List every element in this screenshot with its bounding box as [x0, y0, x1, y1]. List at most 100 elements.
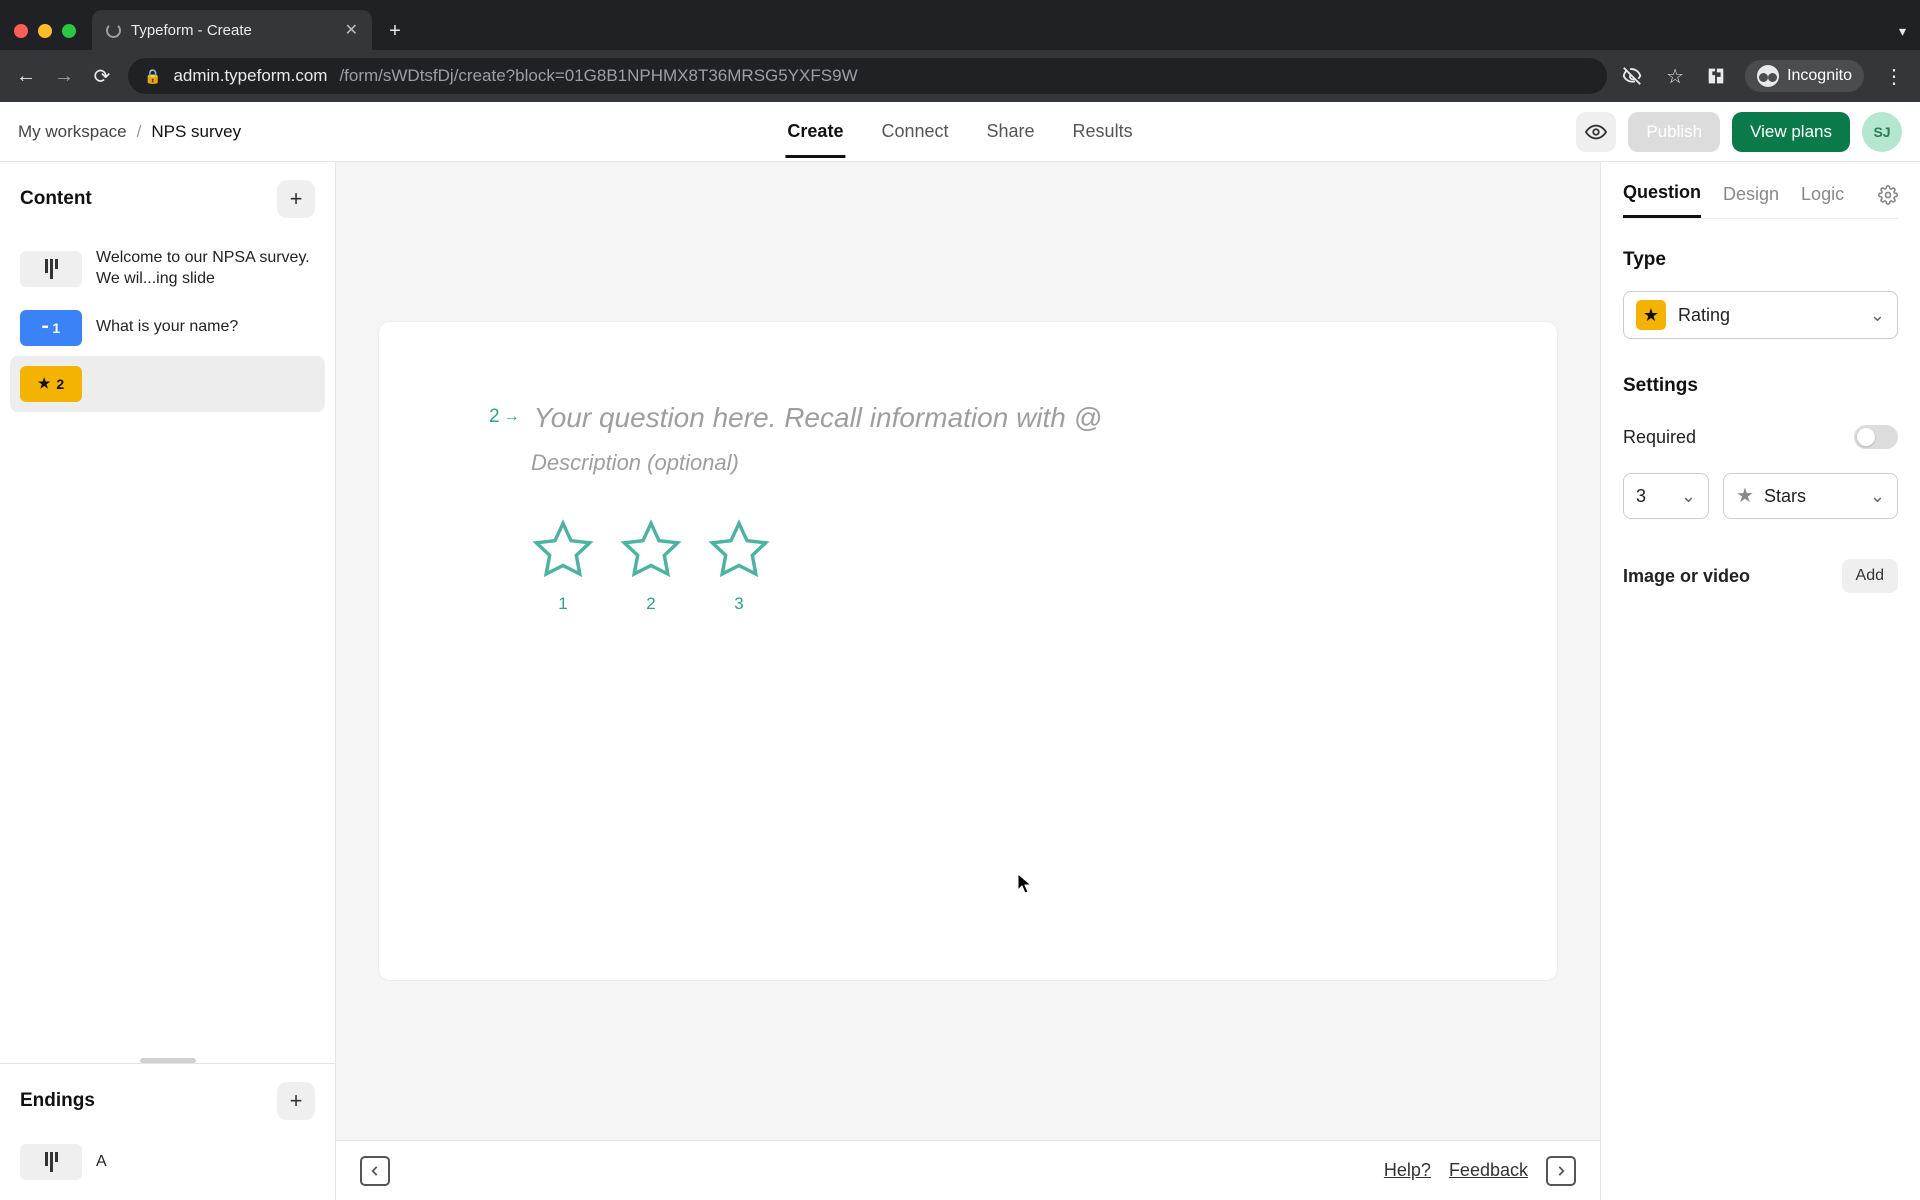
star-label: 3: [734, 594, 743, 614]
star-icon: ★: [38, 375, 51, 392]
add-media-button[interactable]: Add: [1842, 559, 1898, 593]
canvas: 2 → Your question here. Recall informati…: [336, 162, 1600, 1200]
eye-off-icon[interactable]: [1621, 65, 1645, 87]
question-list: Welcome to our NPSA survey. We wil...ing…: [0, 228, 335, 1052]
ending-thumb-icon: [20, 1144, 82, 1180]
toolbar: ← → ⟳ 🔒 admin.typeform.com/form/sWDtsfDj…: [0, 50, 1920, 102]
sidebar-item-label: A: [96, 1152, 107, 1173]
window-controls[interactable]: [14, 24, 76, 38]
type-value: Rating: [1678, 305, 1730, 326]
content-heading: Content: [20, 188, 92, 210]
bookmark-star-icon[interactable]: ☆: [1663, 64, 1687, 89]
question-description-input[interactable]: Description (optional): [531, 450, 1447, 476]
top-nav-tabs: Create Connect Share Results: [785, 105, 1134, 158]
question-type-select[interactable]: ★ Rating ⌄: [1623, 291, 1898, 339]
star-outline-icon: [707, 518, 771, 582]
mouse-cursor-icon: [1015, 872, 1035, 902]
feedback-link[interactable]: Feedback: [1449, 1160, 1528, 1181]
shape-value: Stars: [1764, 486, 1806, 507]
url-host: admin.typeform.com: [173, 66, 327, 86]
sidebar: Content + Welcome to our NPSA survey. We…: [0, 162, 336, 1200]
avatar[interactable]: SJ: [1862, 112, 1902, 152]
sidebar-item-welcome[interactable]: Welcome to our NPSA survey. We wil...ing…: [10, 238, 325, 300]
rp-tab-logic[interactable]: Logic: [1801, 178, 1844, 217]
right-panel-tabs: Question Design Logic: [1623, 176, 1898, 219]
app-topbar: My workspace / NPS survey Create Connect…: [0, 102, 1920, 162]
rating-star-2[interactable]: 2: [619, 518, 683, 614]
browser-menu-icon[interactable]: ⋮: [1882, 64, 1906, 89]
eye-icon: [1585, 121, 1607, 143]
sidebar-item-question-2[interactable]: ★2: [10, 356, 325, 412]
question-number-badge: 1: [52, 320, 60, 336]
close-window-icon[interactable]: [14, 24, 28, 38]
rating-star-1[interactable]: 1: [531, 518, 595, 614]
rp-tab-question[interactable]: Question: [1623, 176, 1701, 218]
type-label: Type: [1623, 249, 1898, 271]
rp-tab-design[interactable]: Design: [1723, 178, 1779, 217]
right-panel: Question Design Logic Type ★ Rating ⌄ Se…: [1600, 162, 1920, 1200]
add-ending-button[interactable]: +: [277, 1082, 315, 1120]
media-label: Image or video: [1623, 566, 1750, 587]
new-tab-button[interactable]: +: [380, 16, 410, 46]
form-title[interactable]: NPS survey: [151, 122, 241, 142]
maximize-window-icon[interactable]: [62, 24, 76, 38]
tab-title: Typeform - Create: [131, 22, 252, 39]
steps-count-select[interactable]: 3 ⌄: [1623, 473, 1709, 519]
chevron-down-icon: ⌄: [1870, 305, 1885, 326]
help-link[interactable]: Help?: [1384, 1160, 1431, 1181]
view-plans-button[interactable]: View plans: [1732, 112, 1850, 152]
star-outline-icon: [531, 518, 595, 582]
collapse-right-panel-button[interactable]: [1546, 1156, 1576, 1186]
add-question-button[interactable]: +: [277, 180, 315, 218]
minimize-window-icon[interactable]: [38, 24, 52, 38]
browser-tab[interactable]: Typeform - Create ✕: [92, 10, 372, 50]
shape-select[interactable]: ★ Stars ⌄: [1723, 473, 1898, 519]
count-value: 3: [1636, 486, 1646, 507]
collapse-left-panel-button[interactable]: [360, 1156, 390, 1186]
question-number-text: 2: [489, 406, 500, 428]
gear-icon: [1878, 185, 1898, 205]
incognito-icon: [1757, 65, 1779, 87]
arrow-right-icon: →: [504, 408, 520, 426]
browser-chrome: Typeform - Create ✕ + ▾ ← → ⟳ 🔒 admin.ty…: [0, 0, 1920, 102]
extensions-icon[interactable]: [1705, 65, 1727, 87]
rating-thumb-icon: ★2: [20, 366, 82, 402]
reload-button[interactable]: ⟳: [90, 64, 114, 89]
sidebar-item-label: Welcome to our NPSA survey. We wil...ing…: [96, 248, 315, 290]
rating-star-3[interactable]: 3: [707, 518, 771, 614]
breadcrumb-separator: /: [137, 122, 142, 142]
settings-gear-icon[interactable]: [1878, 185, 1898, 210]
incognito-badge[interactable]: Incognito: [1745, 60, 1864, 92]
endings-heading: Endings: [20, 1090, 95, 1112]
question-number-indicator: 2 →: [489, 406, 520, 428]
short-text-thumb-icon: ▪▪▪1: [20, 310, 82, 346]
breadcrumb: My workspace / NPS survey: [18, 122, 241, 142]
address-bar[interactable]: 🔒 admin.typeform.com/form/sWDtsfDj/creat…: [128, 58, 1607, 94]
required-label: Required: [1623, 427, 1696, 448]
tab-results[interactable]: Results: [1071, 105, 1135, 158]
lock-icon[interactable]: 🔒: [144, 68, 161, 85]
app-root: My workspace / NPS survey Create Connect…: [0, 102, 1920, 1200]
close-tab-icon[interactable]: ✕: [345, 20, 358, 40]
star-label: 1: [558, 594, 567, 614]
tab-create[interactable]: Create: [785, 105, 845, 158]
chevron-down-icon: ⌄: [1870, 486, 1885, 507]
workspace-link[interactable]: My workspace: [18, 122, 127, 142]
publish-button[interactable]: Publish: [1628, 112, 1720, 152]
chevron-down-icon: ⌄: [1681, 486, 1696, 507]
canvas-footer: Help? Feedback: [336, 1140, 1600, 1200]
tab-connect[interactable]: Connect: [879, 105, 950, 158]
sidebar-item-question-1[interactable]: ▪▪▪1 What is your name?: [10, 300, 325, 356]
welcome-thumb-icon: [20, 251, 82, 287]
preview-button[interactable]: [1576, 112, 1616, 152]
tabs-overflow-icon[interactable]: ▾: [1899, 23, 1906, 40]
tab-share[interactable]: Share: [985, 105, 1037, 158]
back-button[interactable]: ←: [14, 65, 38, 88]
sidebar-item-ending-a[interactable]: A: [10, 1134, 325, 1190]
star-label: 2: [646, 594, 655, 614]
question-card[interactable]: 2 → Your question here. Recall informati…: [378, 321, 1558, 981]
question-number-badge: 2: [56, 376, 64, 392]
required-toggle[interactable]: [1854, 425, 1898, 449]
question-title-input[interactable]: Your question here. Recall information w…: [534, 402, 1103, 434]
tab-strip: Typeform - Create ✕ + ▾: [0, 0, 1920, 50]
